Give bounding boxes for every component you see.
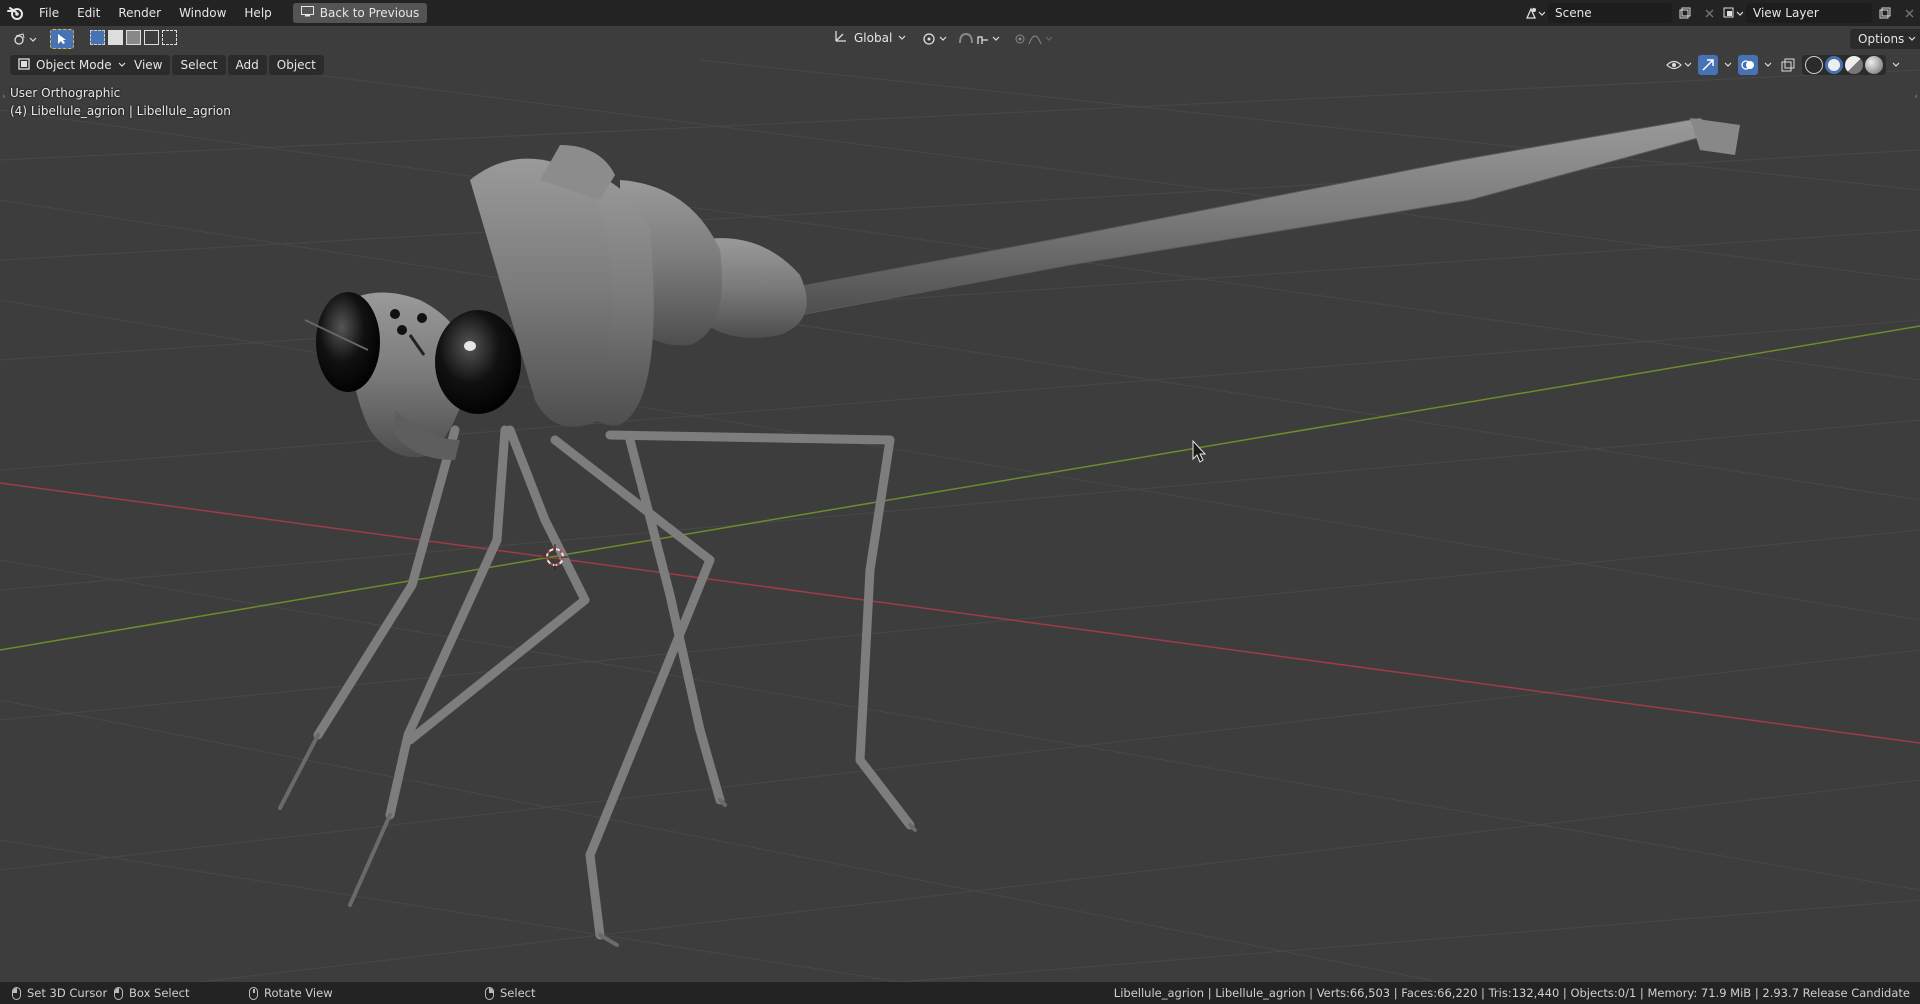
main-menu: File Edit Render Window Help — [30, 0, 281, 26]
gizmo-toggle-icon[interactable] — [1698, 55, 1718, 75]
new-view-layer-icon[interactable] — [1874, 3, 1896, 23]
menu-object[interactable]: Object — [268, 55, 324, 75]
overlays-dropdown-icon[interactable] — [1762, 55, 1774, 75]
mouse-left-icon — [12, 986, 21, 1000]
back-to-previous-label: Back to Previous — [319, 6, 420, 20]
chevron-down-icon — [118, 62, 126, 67]
rendered-shading-icon[interactable] — [1865, 56, 1883, 74]
pivot-point-icon[interactable] — [920, 29, 950, 49]
menu-add[interactable]: Add — [227, 55, 267, 75]
select-new-icon[interactable] — [90, 30, 105, 45]
menu-view[interactable]: View — [126, 55, 171, 75]
chevron-down-icon — [1908, 36, 1916, 41]
scene-statistics: Libellule_agrion | Libellule_agrion | Ve… — [1113, 986, 1910, 1000]
status-hint-label: Rotate View — [264, 986, 333, 1000]
scene-name: Scene — [1555, 6, 1592, 20]
view-layer-selector: View Layer — [1722, 3, 1920, 23]
back-to-previous-button[interactable]: Back to Previous — [292, 3, 428, 23]
mouse-pointer — [1192, 439, 1207, 463]
y-axis-line — [0, 325, 1920, 651]
options-label: Options — [1858, 32, 1905, 46]
view-layer-field[interactable]: View Layer — [1746, 3, 1872, 23]
viewport-canvas — [0, 59, 1920, 982]
visibility-icon[interactable] — [1664, 55, 1694, 75]
mouse-drag-icon — [114, 986, 123, 1000]
view-name: User Orthographic — [10, 86, 121, 100]
menu-file[interactable]: File — [30, 0, 68, 26]
options-dropdown[interactable]: Options — [1850, 29, 1920, 49]
menu-render[interactable]: Render — [109, 0, 170, 26]
status-bar: Set 3D Cursor Box Select Rotate View Sel… — [0, 982, 1920, 1004]
status-hint-rotate-view: Rotate View — [249, 986, 333, 1000]
chevron-down-icon — [898, 35, 906, 40]
x-axis-line — [0, 482, 1920, 744]
menu-window[interactable]: Window — [170, 0, 235, 26]
blender-logo-icon[interactable] — [0, 0, 30, 26]
orientation-label: Global — [854, 30, 893, 45]
status-hint-select: Select — [485, 986, 535, 1000]
xray-toggle-icon[interactable] — [1778, 55, 1798, 75]
select-tool-icon[interactable] — [50, 29, 74, 49]
object-info: (4) Libellule_agrion | Libellule_agrion — [10, 104, 231, 118]
mode-label: Object Mode — [36, 58, 112, 72]
shading-dropdown-icon[interactable] — [1890, 55, 1902, 75]
editor-type-icon[interactable] — [10, 29, 40, 49]
menu-select[interactable]: Select — [172, 55, 226, 75]
status-hint-label: Set 3D Cursor — [27, 986, 108, 1000]
view-layer-icon[interactable] — [1722, 3, 1744, 23]
toolbar-expand-icon[interactable]: › — [2, 92, 6, 102]
screen-icon — [300, 6, 314, 20]
solid-shading-icon[interactable] — [1825, 56, 1843, 74]
viewport-shading-controls — [1664, 55, 1902, 75]
selection-mode-group — [90, 30, 177, 45]
view-layer-name: View Layer — [1753, 6, 1819, 20]
delete-view-layer-icon[interactable] — [1898, 3, 1920, 23]
status-hint-label: Select — [500, 986, 536, 1000]
select-invert-icon[interactable] — [144, 30, 159, 45]
mouse-right-icon — [485, 986, 494, 1000]
snapping-icon[interactable] — [956, 29, 1002, 49]
status-hint-label: Box Select — [129, 986, 190, 1000]
overlays-toggle-icon[interactable] — [1738, 55, 1758, 75]
gizmo-dropdown-icon[interactable] — [1722, 55, 1734, 75]
floor-grid — [0, 59, 1920, 982]
3d-viewport[interactable]: User Orthographic (4) Libellule_agrion |… — [0, 26, 1920, 982]
scene-field[interactable]: Scene — [1548, 3, 1672, 23]
status-hint-box-select: Box Select — [114, 986, 190, 1000]
orientation-icon — [834, 29, 848, 46]
delete-scene-icon[interactable] — [1698, 3, 1720, 23]
scene-icon[interactable] — [1524, 3, 1546, 23]
tool-header: Global Options — [0, 26, 1920, 52]
viewport-menus: View Select Add Object — [126, 55, 324, 75]
menu-help[interactable]: Help — [235, 0, 280, 26]
top-bar: File Edit Render Window Help Back to Pre… — [0, 0, 1920, 26]
status-hint-set-cursor: Set 3D Cursor — [12, 986, 107, 1000]
select-intersect-icon[interactable] — [162, 30, 177, 45]
mouse-middle-icon — [249, 986, 258, 1000]
sidebar-expand-icon[interactable]: ‹ — [1914, 92, 1918, 102]
select-subtract-icon[interactable] — [126, 30, 141, 45]
mode-dropdown[interactable]: Object Mode — [10, 55, 134, 75]
material-preview-icon[interactable] — [1845, 56, 1863, 74]
proportional-editing-icon[interactable] — [1012, 29, 1058, 49]
object-mode-icon — [18, 57, 30, 73]
select-extend-icon[interactable] — [108, 30, 123, 45]
shading-mode-group — [1802, 55, 1886, 75]
menu-edit[interactable]: Edit — [68, 0, 109, 26]
viewport-header: Object Mode View Select Add Object — [0, 52, 1920, 78]
new-scene-icon[interactable] — [1674, 3, 1696, 23]
transform-orientation-dropdown[interactable]: Global — [834, 29, 906, 46]
wireframe-shading-icon[interactable] — [1805, 56, 1823, 74]
scene-selector: Scene — [1524, 3, 1720, 23]
